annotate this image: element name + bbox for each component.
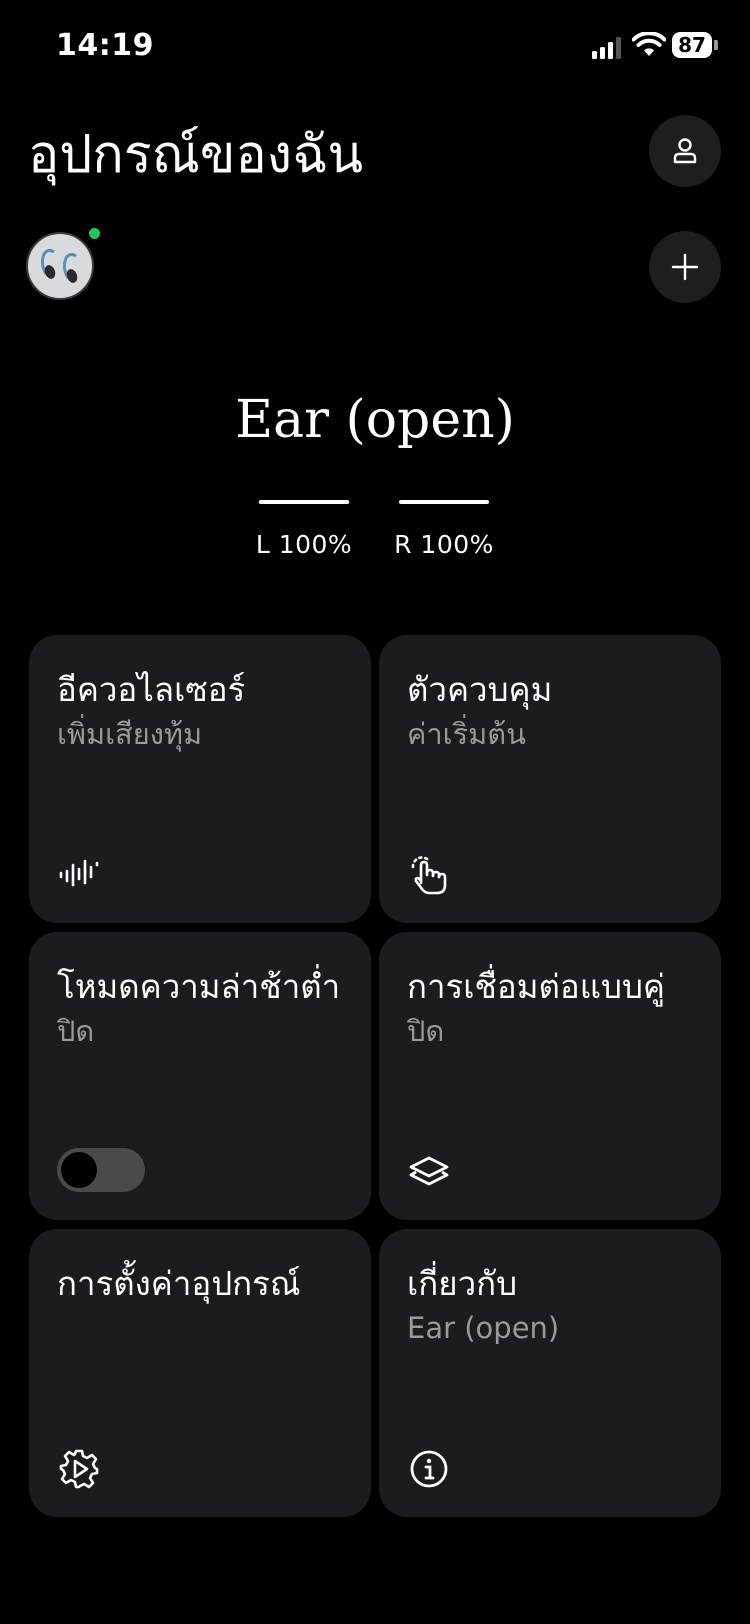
right-earbud-battery: R 100% xyxy=(394,500,494,559)
equalizer-title: อีควอไลเซอร์ xyxy=(57,670,246,709)
about-subtitle: Ear (open) xyxy=(407,1311,560,1345)
battery-indicator: 87 xyxy=(672,32,712,58)
status-bar: 14:19 87 xyxy=(0,0,750,90)
controls-subtitle: ค่าเริ่มต้น xyxy=(407,717,526,751)
add-device-button[interactable] xyxy=(649,231,721,303)
dual-connection-subtitle: ปิด xyxy=(407,1014,445,1048)
device-settings-card[interactable]: การตั้งค่าอุปกรณ์ xyxy=(29,1229,371,1517)
dual-connection-title: การเชื่อมต่อแบบคู่ xyxy=(407,967,665,1006)
controls-title: ตัวควบคุม xyxy=(407,670,553,709)
low-latency-card[interactable]: โหมดความล่าช้าต่ำ ปิด xyxy=(29,932,371,1220)
dual-connection-card[interactable]: การเชื่อมต่อแบบคู่ ปิด xyxy=(379,932,721,1220)
controls-card[interactable]: ตัวควบคุม ค่าเริ่มต้น xyxy=(379,635,721,923)
left-battery-label: L 100% xyxy=(255,530,353,559)
right-battery-bar xyxy=(399,500,489,504)
equalizer-icon xyxy=(59,859,99,887)
layers-icon xyxy=(409,1156,449,1186)
cellular-signal-icon xyxy=(592,37,624,59)
low-latency-title: โหมดความล่าช้าต่ำ xyxy=(57,967,341,1006)
low-latency-toggle[interactable] xyxy=(57,1148,145,1192)
right-battery-label: R 100% xyxy=(394,530,494,559)
page-title: อุปกรณ์ของฉัน xyxy=(28,125,364,185)
online-status-dot xyxy=(89,228,100,239)
info-icon xyxy=(410,1450,448,1488)
equalizer-card[interactable]: อีควอไลเซอร์ เพิ่มเสียงทุ้ม xyxy=(29,635,371,923)
person-icon xyxy=(673,138,697,164)
equalizer-subtitle: เพิ่มเสียงทุ้ม xyxy=(57,717,203,751)
left-earbud-battery: L 100% xyxy=(254,500,354,559)
low-latency-subtitle: ปิด xyxy=(57,1014,95,1048)
settings-gear-icon xyxy=(59,1449,99,1489)
device-settings-title: การตั้งค่าอุปกรณ์ xyxy=(57,1264,301,1303)
left-battery-bar xyxy=(259,500,349,504)
about-title: เกี่ยวกับ xyxy=(407,1264,518,1303)
plus-icon xyxy=(671,253,699,281)
battery-tip xyxy=(714,40,718,50)
profile-button[interactable] xyxy=(649,115,721,187)
toggle-knob xyxy=(61,1152,97,1188)
status-time: 14:19 xyxy=(56,28,154,63)
device-name: Ear (open) xyxy=(235,390,515,450)
earbuds-icon xyxy=(40,248,78,283)
device-avatar[interactable] xyxy=(26,232,94,300)
gesture-touch-icon xyxy=(411,856,447,895)
about-card[interactable]: เกี่ยวกับ Ear (open) xyxy=(379,1229,721,1517)
wifi-icon xyxy=(632,32,666,56)
